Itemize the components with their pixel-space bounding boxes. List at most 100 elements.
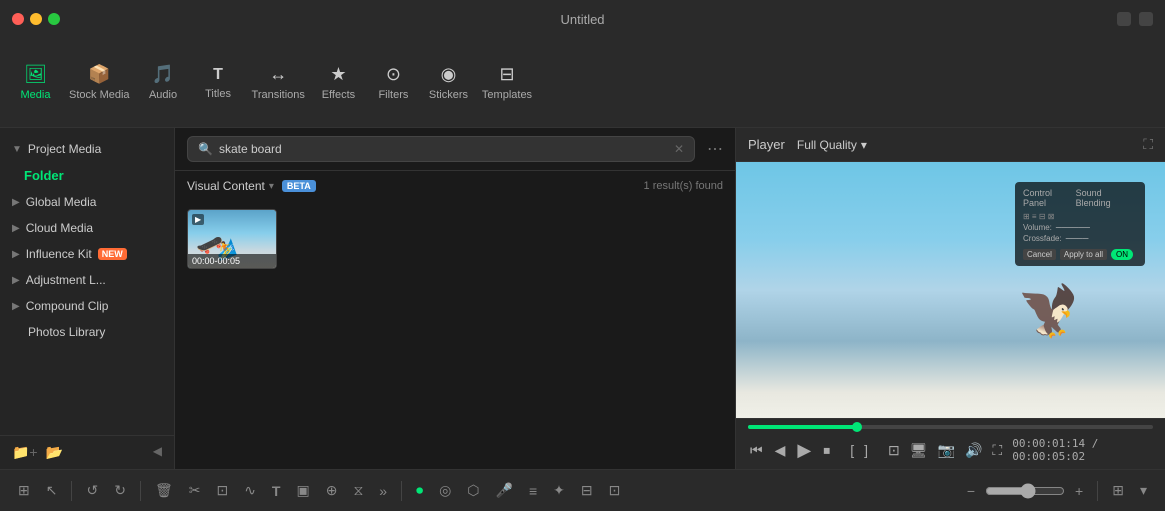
new-folder-icon[interactable]: 📂 <box>46 444 63 461</box>
more-view-button[interactable]: ▾ <box>1134 478 1153 503</box>
nav-item-media[interactable]: 🖼 Media <box>8 56 63 109</box>
close-button[interactable] <box>12 13 24 25</box>
toolbar-divider-1 <box>71 481 72 501</box>
nav-item-titles[interactable]: T Titles <box>191 58 246 108</box>
redo-button[interactable]: ↻ <box>108 478 132 503</box>
quality-selector[interactable]: Full Quality ▾ <box>797 138 867 152</box>
influence-kit-label: Influence Kit <box>26 247 92 261</box>
subtitle-button[interactable]: ⊡ <box>603 478 627 503</box>
window-title: Untitled <box>560 12 604 27</box>
sidebar-bottom: 📁+ 📂 ◀ <box>0 435 174 469</box>
collapse-sidebar-icon[interactable]: ◀ <box>153 444 162 461</box>
beta-badge: BETA <box>282 180 316 192</box>
nav-label-templates: Templates <box>482 89 532 101</box>
delete-button[interactable]: 🗑 <box>149 478 179 503</box>
sidebar-item-compound-clip[interactable]: ▶ Compound Clip <box>0 293 174 319</box>
nav-label-effects: Effects <box>322 89 355 101</box>
overlay-cancel-btn[interactable]: Cancel <box>1023 249 1056 260</box>
add-folder-icon[interactable]: 📁+ <box>12 444 38 461</box>
mic-button[interactable]: 🎤 <box>490 478 519 503</box>
sidebar-item-adjustment-l[interactable]: ▶ Adjustment L... <box>0 267 174 293</box>
sidebar: ▼ Project Media Folder ▶ Global Media ▶ … <box>0 128 174 435</box>
mark-in-button[interactable]: [ <box>848 440 856 460</box>
screenshot-button[interactable]: 📷 <box>936 440 957 461</box>
nav-item-stock-media[interactable]: 📦 Stock Media <box>63 56 136 109</box>
extra-ctrl-1[interactable]: ⊡ <box>886 440 902 461</box>
ai-tools-button[interactable]: ✦ <box>547 478 571 503</box>
window-icon-2[interactable] <box>1139 12 1153 26</box>
nav-item-templates[interactable]: ⊟ Templates <box>476 56 538 109</box>
split-view-button[interactable]: ⊞ <box>12 478 36 503</box>
nav-item-effects[interactable]: ★ Effects <box>311 56 366 109</box>
sidebar-item-influence-kit[interactable]: ▶ Influence Kit NEW <box>0 241 174 267</box>
chevron-right-icon-3: ▶ <box>12 249 20 260</box>
chevron-right-icon-5: ▶ <box>12 301 20 312</box>
track-button[interactable]: ≡ <box>523 479 543 503</box>
player-header: Player Full Quality ▾ ⛶ <box>736 128 1165 162</box>
undo-button[interactable]: ↺ <box>80 478 104 503</box>
cursor-tool-button[interactable]: ↖ <box>40 478 64 503</box>
sidebar-item-project-media[interactable]: ▼ Project Media <box>0 136 174 162</box>
adjustment-l-label: Adjustment L... <box>26 273 106 287</box>
nav-label-audio: Audio <box>149 89 177 101</box>
overlay-apply-btn[interactable]: Apply to all <box>1060 249 1107 260</box>
play-button[interactable]: ▶ <box>795 438 813 463</box>
progress-thumb[interactable] <box>852 422 862 432</box>
progress-bar[interactable] <box>748 425 1153 429</box>
volume-button[interactable]: 🔊 <box>963 440 984 461</box>
link-button[interactable]: ⊕ <box>320 478 344 503</box>
zoom-out-button[interactable]: − <box>961 479 981 503</box>
marker-button[interactable]: ⬡ <box>461 478 485 503</box>
compound-clip-label: Compound Clip <box>26 299 109 313</box>
sidebar-item-folder[interactable]: Folder <box>0 162 174 189</box>
speed-button[interactable]: ⧖ <box>347 478 369 503</box>
overlay-toggle[interactable]: ON <box>1111 249 1133 260</box>
captions-button[interactable]: ⊟ <box>575 478 599 503</box>
rewind-button[interactable]: ⏮ <box>748 440 765 461</box>
mark-out-button[interactable]: ] <box>862 440 870 460</box>
stop-button[interactable]: ⏹ <box>821 440 832 461</box>
nav-item-stickers[interactable]: ◉ Stickers <box>421 56 476 109</box>
search-input[interactable] <box>219 142 668 156</box>
more-options-icon[interactable]: ⋯ <box>707 139 723 159</box>
stock-media-icon: 📦 <box>88 64 110 85</box>
extra-ctrl-2[interactable]: 🖥 <box>908 440 930 461</box>
player-expand-icon[interactable]: ⛶ <box>1143 136 1153 153</box>
record-button[interactable]: ⏺ <box>410 478 429 503</box>
nav-item-audio[interactable]: 🎵 Audio <box>136 56 191 109</box>
maximize-button[interactable] <box>48 13 60 25</box>
sidebar-item-cloud-media[interactable]: ▶ Cloud Media <box>0 215 174 241</box>
media-item[interactable]: 🛹 🏄 ▶ 00:00-00:05 <box>187 209 277 269</box>
audio-wave-button[interactable]: ∿ <box>238 478 262 503</box>
toolbar-divider-3 <box>401 481 402 501</box>
fullscreen-button[interactable]: ⛶ <box>990 440 1004 461</box>
chevron-right-icon-4: ▶ <box>12 275 20 286</box>
grid-view-button[interactable]: ⊞ <box>1106 478 1130 503</box>
new-badge: NEW <box>98 248 127 260</box>
search-bar[interactable]: 🔍 ✕ <box>187 136 695 162</box>
player-controls: ⏮ ◀ ▶ ⏹ [ ] ⊡ 🖥 📷 🔊 ⛶ 00:00:01:14 / <box>736 418 1165 469</box>
window-icon-1[interactable] <box>1117 12 1131 26</box>
cut-button[interactable]: ✂ <box>183 478 207 503</box>
global-media-label: Global Media <box>26 195 97 209</box>
clear-search-icon[interactable]: ✕ <box>674 142 684 156</box>
text-button[interactable]: T <box>266 479 287 503</box>
ripple-button[interactable]: ◎ <box>433 478 457 503</box>
sidebar-item-global-media[interactable]: ▶ Global Media <box>0 189 174 215</box>
video-frame: 🦅 Control Panel Sound Blending ⊞ ≡ ⊟ ⊠ V… <box>736 162 1165 418</box>
visual-content-filter[interactable]: Visual Content ▾ <box>187 179 274 193</box>
zoom-in-button[interactable]: + <box>1069 479 1089 503</box>
media-grid: 🛹 🏄 ▶ 00:00-00:05 <box>175 201 735 469</box>
filter-label: Visual Content <box>187 179 265 193</box>
nav-item-filters[interactable]: ⊙ Filters <box>366 56 421 109</box>
sidebar-item-photos-library[interactable]: Photos Library <box>0 319 174 345</box>
shape-button[interactable]: ▣ <box>290 478 315 503</box>
search-icon: 🔍 <box>198 142 213 156</box>
step-back-button[interactable]: ◀ <box>773 440 788 461</box>
nav-item-transitions[interactable]: ↔ Transitions <box>246 56 311 109</box>
more-tools-button[interactable]: » <box>373 479 393 503</box>
minimize-button[interactable] <box>30 13 42 25</box>
nav-label-transitions: Transitions <box>252 89 305 101</box>
zoom-slider[interactable] <box>985 483 1065 499</box>
crop-button[interactable]: ⊡ <box>210 478 234 503</box>
